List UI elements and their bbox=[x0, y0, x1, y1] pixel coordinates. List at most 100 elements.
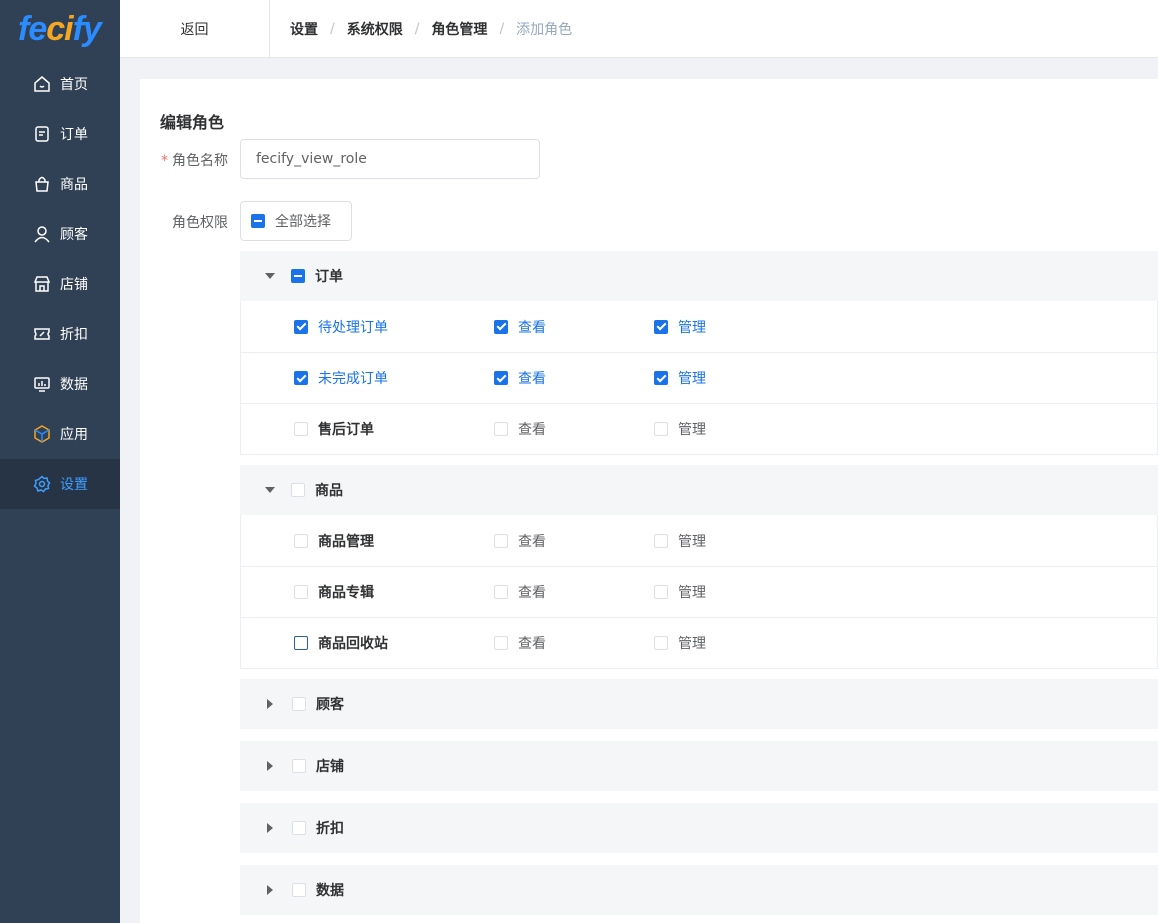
permission-checkbox[interactable] bbox=[294, 636, 308, 650]
sidebar-item-label: 设置 bbox=[60, 477, 88, 493]
group-checkbox[interactable] bbox=[292, 883, 306, 897]
permission-checkbox[interactable] bbox=[294, 533, 308, 548]
group-checkbox[interactable] bbox=[292, 759, 306, 773]
permission-group-discount: 折扣 bbox=[240, 803, 1158, 853]
caret-right-icon[interactable] bbox=[267, 699, 273, 709]
view-checkbox[interactable] bbox=[494, 585, 508, 599]
sidebar-item-customers[interactable]: 顾客 bbox=[0, 209, 120, 259]
group-checkbox[interactable] bbox=[292, 697, 306, 711]
sidebar-item-discount[interactable]: 折扣 bbox=[0, 309, 120, 359]
permission-item[interactable]: 待处理订单 bbox=[294, 317, 388, 337]
group-checkbox[interactable] bbox=[292, 821, 306, 835]
view-checkbox[interactable] bbox=[494, 319, 508, 334]
sidebar-item-products[interactable]: 商品 bbox=[0, 159, 120, 209]
sidebar-item-orders[interactable]: 订单 bbox=[0, 109, 120, 159]
sidebar-item-data[interactable]: 数据 bbox=[0, 359, 120, 409]
fecify-logo[interactable]: fe ci fy bbox=[0, 0, 120, 59]
permission-item[interactable]: 未完成订单 bbox=[294, 368, 388, 388]
permission-item[interactable]: 商品专辑 bbox=[294, 582, 374, 602]
role-name-input[interactable] bbox=[240, 139, 540, 179]
select-all-checkbox[interactable]: 全部选择 bbox=[240, 201, 352, 241]
view-label: 查看 bbox=[518, 422, 546, 438]
view-permission[interactable]: 查看 bbox=[494, 419, 546, 439]
view-permission[interactable]: 查看 bbox=[494, 368, 546, 388]
caret-right-icon[interactable] bbox=[267, 885, 273, 895]
group-header[interactable]: 订单 bbox=[240, 251, 1158, 301]
manage-checkbox[interactable] bbox=[654, 585, 668, 599]
sidebar-item-apps[interactable]: 应用 bbox=[0, 409, 120, 459]
manage-checkbox[interactable] bbox=[654, 636, 668, 650]
manage-label: 管理 bbox=[678, 533, 706, 550]
back-button[interactable]: 返回 bbox=[120, 0, 270, 58]
view-label: 查看 bbox=[518, 319, 546, 336]
view-label: 查看 bbox=[518, 533, 546, 550]
select-all-box[interactable] bbox=[251, 214, 265, 228]
chart-icon bbox=[33, 375, 51, 393]
role-name-label: * 角色名称 bbox=[140, 150, 228, 170]
manage-checkbox[interactable] bbox=[654, 422, 668, 436]
sidebar-item-home[interactable]: 首页 bbox=[0, 59, 120, 109]
sidebar-item-label: 商品 bbox=[60, 177, 88, 193]
caret-right-icon[interactable] bbox=[267, 823, 273, 833]
manage-checkbox[interactable] bbox=[654, 319, 668, 334]
sidebar-item-label: 顾客 bbox=[60, 227, 88, 243]
breadcrumb-separator: / bbox=[330, 20, 335, 37]
manage-permission[interactable]: 管理 bbox=[654, 531, 706, 551]
permission-item[interactable]: 商品回收站 bbox=[294, 633, 388, 653]
view-permission[interactable]: 查看 bbox=[494, 531, 546, 551]
group-header[interactable]: 店铺 bbox=[240, 741, 1158, 791]
permission-checkbox[interactable] bbox=[294, 585, 308, 599]
view-checkbox[interactable] bbox=[494, 533, 508, 548]
group-header[interactable]: 商品 bbox=[240, 465, 1158, 515]
manage-checkbox[interactable] bbox=[654, 533, 668, 548]
sidebar-item-label: 应用 bbox=[60, 427, 88, 443]
permission-row: 商品专辑 查看 管理 bbox=[241, 566, 1157, 617]
manage-permission[interactable]: 管理 bbox=[654, 633, 706, 653]
group-checkbox[interactable] bbox=[291, 269, 305, 283]
permission-item[interactable]: 售后订单 bbox=[294, 419, 374, 439]
view-checkbox[interactable] bbox=[494, 422, 508, 436]
group-checkbox[interactable] bbox=[291, 483, 305, 497]
role-name-label-text: 角色名称 bbox=[172, 153, 228, 169]
manage-checkbox[interactable] bbox=[654, 371, 668, 385]
sidebar-item-store[interactable]: 店铺 bbox=[0, 259, 120, 309]
view-checkbox[interactable] bbox=[494, 371, 508, 385]
breadcrumb-item[interactable]: 系统权限 bbox=[347, 19, 403, 39]
sidebar-item-settings[interactable]: 设置 bbox=[0, 459, 120, 509]
bag-icon bbox=[33, 175, 51, 193]
group-header[interactable]: 折扣 bbox=[240, 803, 1158, 853]
manage-permission[interactable]: 管理 bbox=[654, 317, 706, 337]
top-bar: 返回 设置 / 系统权限 / 角色管理 / 添加角色 bbox=[120, 0, 1158, 58]
manage-permission[interactable]: 管理 bbox=[654, 419, 706, 439]
permission-checkbox[interactable] bbox=[294, 319, 308, 334]
permission-row: 商品回收站 查看 管理 bbox=[241, 617, 1157, 668]
permission-group-products: 商品 商品管理 查看 管理 商品专辑 查看 管理 商品回收站 查看 管理 bbox=[240, 465, 1158, 669]
view-permission[interactable]: 查看 bbox=[494, 317, 546, 337]
caret-down-icon[interactable] bbox=[265, 273, 275, 279]
manage-permission[interactable]: 管理 bbox=[654, 368, 706, 388]
group-header[interactable]: 顾客 bbox=[240, 679, 1158, 729]
view-permission[interactable]: 查看 bbox=[494, 633, 546, 653]
sidebar-item-label: 订单 bbox=[60, 127, 88, 143]
breadcrumb-item[interactable]: 角色管理 bbox=[431, 19, 487, 39]
permission-item[interactable]: 商品管理 bbox=[294, 531, 374, 551]
caret-right-icon[interactable] bbox=[267, 761, 273, 771]
caret-down-icon[interactable] bbox=[265, 487, 275, 493]
permission-group-customers: 顾客 bbox=[240, 679, 1158, 729]
permission-row: 待处理订单 查看 管理 bbox=[241, 301, 1157, 352]
view-checkbox[interactable] bbox=[494, 636, 508, 650]
manage-permission[interactable]: 管理 bbox=[654, 582, 706, 602]
group-title: 顾客 bbox=[316, 697, 344, 713]
breadcrumb-item[interactable]: 设置 bbox=[290, 19, 318, 39]
permission-label: 商品回收站 bbox=[318, 636, 388, 652]
manage-label: 管理 bbox=[678, 319, 706, 336]
group-header[interactable]: 数据 bbox=[240, 865, 1158, 915]
sidebar-item-label: 首页 bbox=[60, 77, 88, 93]
view-permission[interactable]: 查看 bbox=[494, 582, 546, 602]
permission-group-data: 数据 bbox=[240, 865, 1158, 915]
view-label: 查看 bbox=[518, 585, 546, 601]
manage-label: 管理 bbox=[678, 422, 706, 438]
permission-checkbox[interactable] bbox=[294, 422, 308, 436]
permission-checkbox[interactable] bbox=[294, 371, 308, 385]
permission-label: 待处理订单 bbox=[318, 319, 388, 336]
